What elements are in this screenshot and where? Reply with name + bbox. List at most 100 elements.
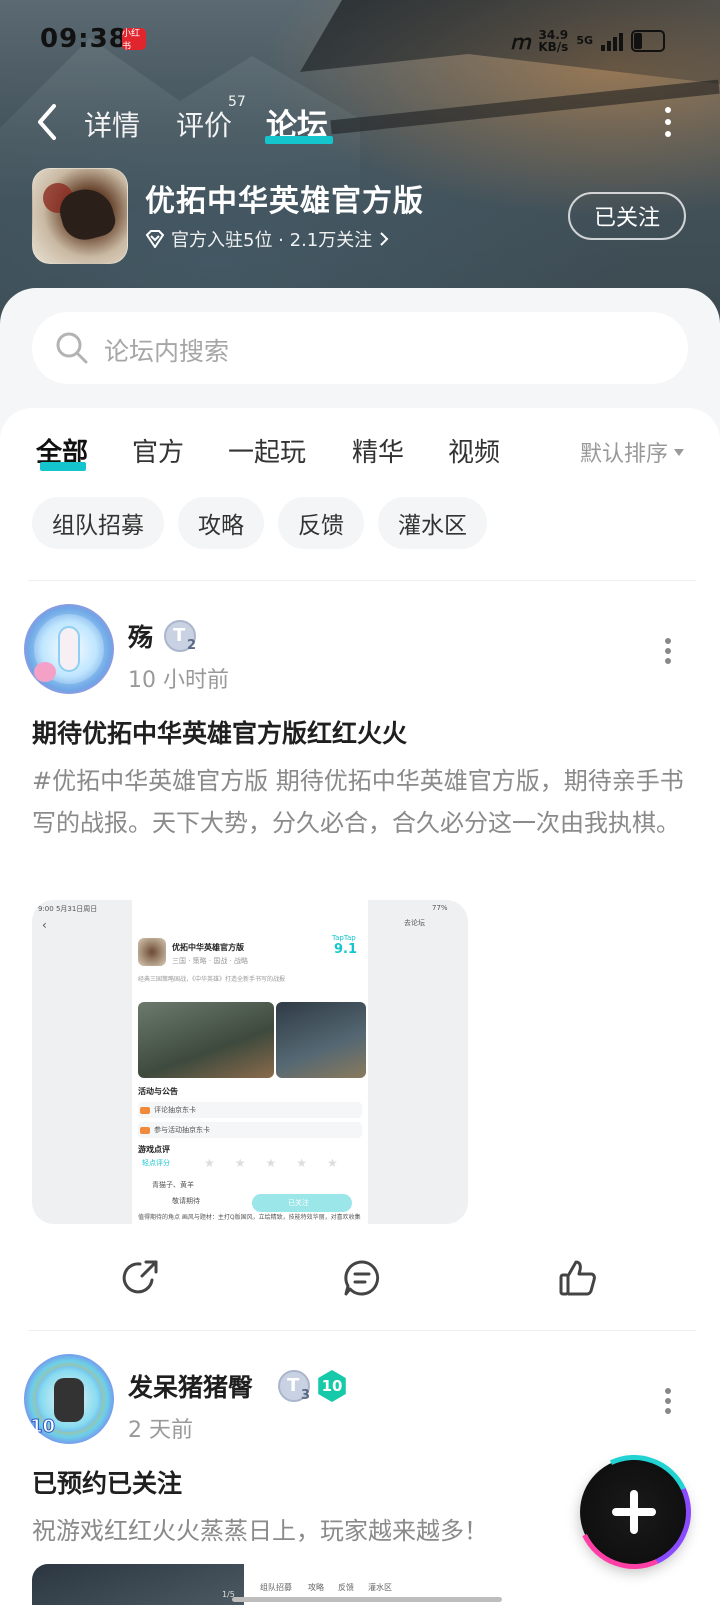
chip-chat[interactable]: 灌水区 [378,497,487,549]
status-time: 09:38 [40,24,128,54]
shot-btn-left: 敬请期待 [172,1197,200,1205]
shot-battery: 77% [432,904,448,912]
shot-event-2: 参与活动抽京东卡 [154,1126,210,1134]
shot-tags: 三国 · 策略 · 国战 · 战略 [172,957,249,965]
shot-score-label: TapTap [332,934,356,942]
level-badge: 3 [278,1370,310,1403]
shot-event-tag [140,1107,150,1114]
shot-app-name: 优拓中华英雄官方版 [172,943,244,952]
sort-label: 默认排序 [580,442,669,467]
status-indicators: ｍ 34.9 KB/s 5G [510,26,665,55]
post-username[interactable]: 发呆猪猪臀 [128,1368,253,1404]
chevron-right-icon [380,232,389,246]
plus-icon-vertical [630,1490,638,1534]
shot-forum-button: 去论坛 [404,919,425,927]
review-count: 57 [228,94,246,110]
shot-app-icon [138,938,166,966]
more-options-icon[interactable] [664,107,672,137]
filter-tab-play-together[interactable]: 一起玩 [228,432,306,469]
shot-btn-right: 已关注 [288,1199,309,1207]
search-input[interactable]: 论坛内搜索 [32,312,688,384]
signal-icon [601,31,623,51]
tab-reviews[interactable]: 评价 [176,104,232,144]
shot-section-events: 活动与公告 [138,1087,178,1096]
shot-section-reviews: 游戏点评 [138,1145,170,1154]
notification-badge: 小红书 [122,28,146,52]
shot-image-2 [276,1002,366,1078]
app-meta[interactable]: 官方入驻5位 · 2.1万关注 [145,226,390,252]
level-number: 2 [186,638,196,653]
top-nav: 详情 评价 57 论坛 [0,92,720,152]
avatar[interactable] [24,604,114,694]
shot-score: 9.1 [334,942,358,957]
screenshot-left [32,900,132,1224]
filter-tab-official[interactable]: 官方 [132,432,184,469]
app-meta-text: 官方入驻5位 · 2.1万关注 [171,230,373,251]
search-placeholder: 论坛内搜索 [104,337,230,366]
verified-diamond-icon [145,230,165,248]
shot-reviewer: 青猫子、黄羊 [152,1181,194,1189]
thumb-tab: 组队招募 [260,1583,292,1592]
level-badge: 2 [164,620,196,653]
avatar-number: 10 [29,1416,56,1438]
avatar-decoration [34,662,56,682]
post-more-icon[interactable] [664,638,672,664]
back-arrow-icon[interactable] [34,102,60,142]
shot-event-tag [140,1127,150,1134]
like-icon[interactable] [558,1258,598,1298]
chip-guide[interactable]: 攻略 [178,497,264,549]
avatar-figure [58,626,80,672]
network-speed: 34.9 KB/s [538,29,568,53]
avatar-figure [54,1378,84,1422]
screenshot-right [368,900,468,1224]
follow-button[interactable]: 已关注 [568,192,686,240]
app-icon[interactable] [32,168,128,264]
filter-tab-underline [40,462,86,471]
post-username[interactable]: 殇 [128,618,153,654]
chip-feedback[interactable]: 反馈 [278,497,364,549]
comment-icon[interactable] [342,1258,382,1298]
post-title[interactable]: 期待优拓中华英雄官方版红红火火 [32,714,407,750]
level-number: 3 [300,1388,310,1403]
post-image-1 [32,1564,244,1605]
thumb-tab: 攻略 [308,1583,324,1592]
shot-back-icon: ‹ [42,918,47,932]
shot-desc: 经典三国策略国战，《中华英雄》打造全新手书写的战报 [138,976,286,983]
filter-tab-video[interactable]: 视频 [448,432,500,469]
shot-rate-label: 轻点评分 [142,1159,170,1167]
app-info: 优拓中华英雄官方版 官方入驻5位 · 2.1万关注 已关注 [0,168,720,264]
shot-stars: ★★★★★ [204,1156,358,1170]
share-icon[interactable] [122,1258,162,1298]
battery-icon [631,29,665,52]
filter-tabs: 全部 官方 一起玩 精华 视频 默认排序 [0,430,720,490]
divider [28,580,696,581]
search-icon [56,332,88,364]
topic-chips: 组队招募 攻略 反馈 灌水区 [32,497,487,549]
chip-team-recruit[interactable]: 组队招募 [32,497,164,549]
divider [28,1330,696,1331]
speed-unit: KB/s [538,39,569,54]
sort-dropdown[interactable]: 默认排序 [580,436,685,468]
create-post-button[interactable] [560,1438,708,1586]
shot-status-time: 9:00 5月31日周日 [38,905,98,913]
post-time: 10 小时前 [128,668,229,693]
post-title[interactable]: 已预约已关注 [32,1464,182,1500]
avatar[interactable]: 10 [24,1354,114,1444]
network-type: 5G [576,34,593,47]
post-more-icon[interactable] [664,1388,672,1414]
post-screenshot[interactable]: 9:00 5月31日周日 77% ‹ 去论坛 优拓中华英雄官方版 三国 · 策略… [32,900,468,1224]
post-body[interactable]: #优拓中华英雄官方版 期待优拓中华英雄官方版，期待亲手书写的战报。天下大势，分久… [32,760,688,844]
shot-image-1 [138,1002,274,1078]
filter-tab-featured[interactable]: 精华 [352,432,404,469]
post-time: 2 天前 [128,1418,193,1443]
status-bar: 09:38 小红书 ｍ 34.9 KB/s 5G [0,18,720,62]
thumb-tab: 灌水区 [368,1583,392,1592]
thumb-tab: 反馈 [338,1583,354,1592]
taptap-status-icon: ｍ [510,30,531,54]
shot-event-1: 评论抽京东卡 [154,1106,196,1114]
app-name: 优拓中华英雄官方版 [145,184,424,219]
tab-details[interactable]: 详情 [84,104,140,144]
home-indicator[interactable] [232,1597,502,1602]
shot-review-text: 值得期待的角点 画风与题材：主打Q版国风，立绘精致，技能特效华丽，对喜欢收集 [138,1214,361,1221]
sort-triangle-icon [674,448,685,456]
